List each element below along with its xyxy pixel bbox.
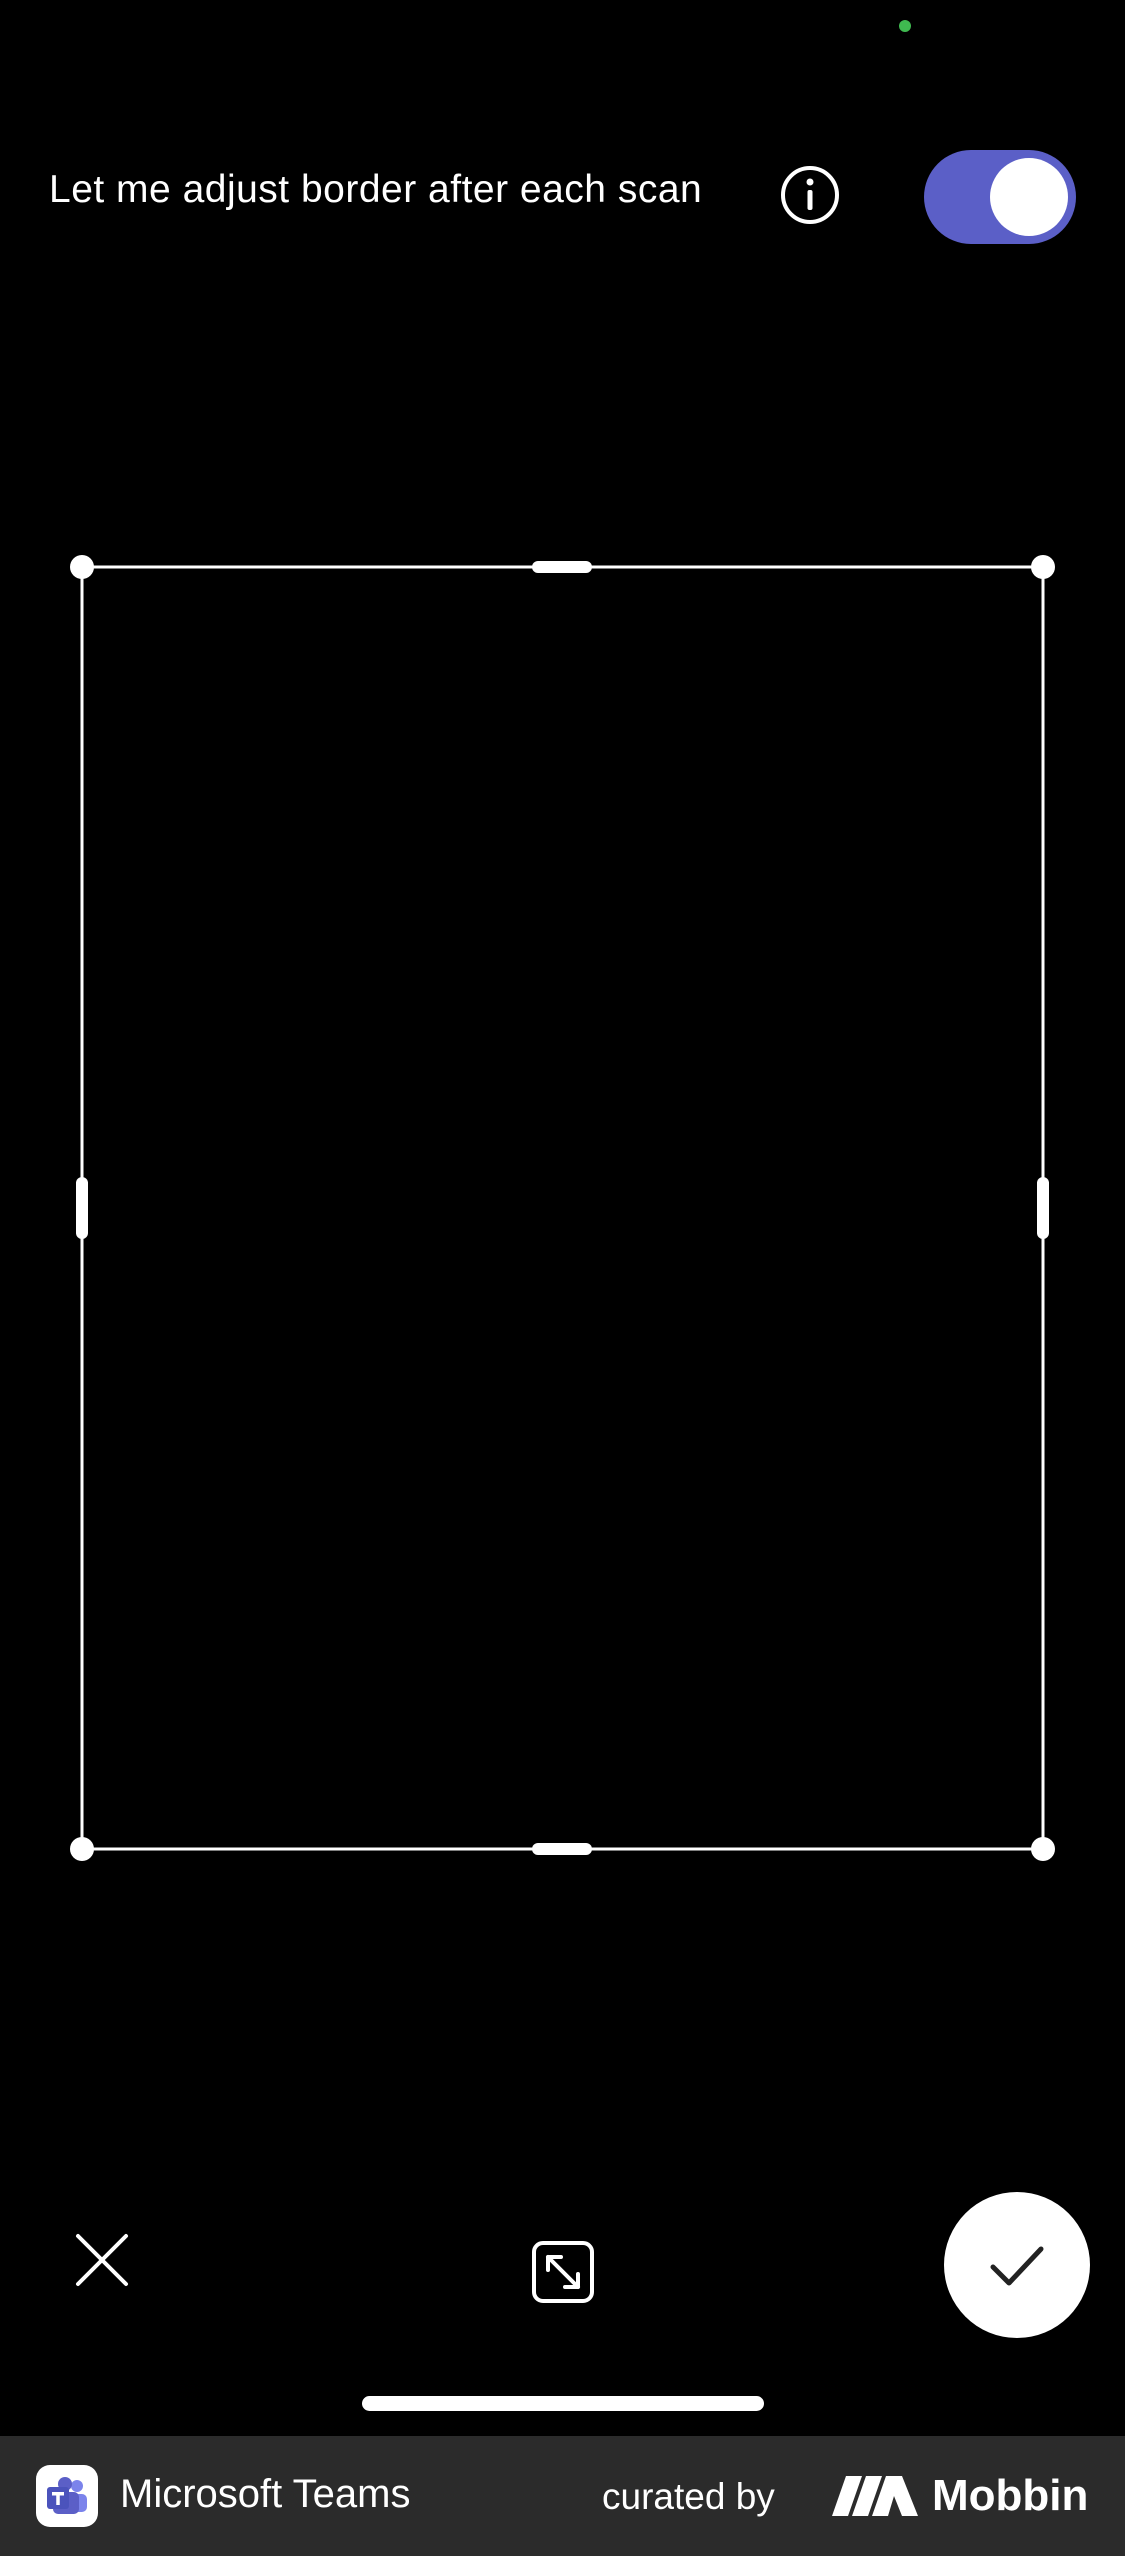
crop-handle-left-edge[interactable]: [76, 1177, 88, 1239]
crop-handle-top-edge[interactable]: [532, 561, 592, 573]
mobbin-mark-icon: [832, 2476, 918, 2516]
expand-crop-button[interactable]: [521, 2230, 605, 2314]
crop-handle-right-edge[interactable]: [1037, 1177, 1049, 1239]
close-icon: [76, 2234, 128, 2286]
bottom-controls: [0, 2180, 1125, 2350]
crop-border: [80, 565, 1045, 1851]
crop-handle-bottom-right[interactable]: [1031, 1837, 1055, 1861]
expand-icon: [532, 2241, 594, 2303]
confirm-button[interactable]: [944, 2192, 1090, 2338]
crop-handle-top-left[interactable]: [70, 555, 94, 579]
crop-frame: [70, 555, 1055, 1861]
teams-app-icon: [36, 2465, 98, 2527]
mobbin-logo: Mobbin: [832, 2468, 1088, 2524]
close-button[interactable]: [62, 2220, 142, 2300]
home-indicator[interactable]: [362, 2396, 764, 2411]
crop-handle-bottom-edge[interactable]: [532, 1843, 592, 1855]
crop-handle-top-right[interactable]: [1031, 555, 1055, 579]
checkmark-icon: [990, 2246, 1044, 2286]
crop-handle-bottom-left[interactable]: [70, 1837, 94, 1861]
scan-crop-screen: Let me adjust border after each scan Mic…: [0, 0, 1125, 2556]
app-name: Microsoft Teams: [120, 2472, 411, 2516]
attribution-footer: Microsoft Teams curated by Mobbin: [0, 2436, 1125, 2556]
mobbin-brand: Mobbin: [932, 2471, 1089, 2520]
curated-by-label: curated by: [602, 2476, 775, 2517]
